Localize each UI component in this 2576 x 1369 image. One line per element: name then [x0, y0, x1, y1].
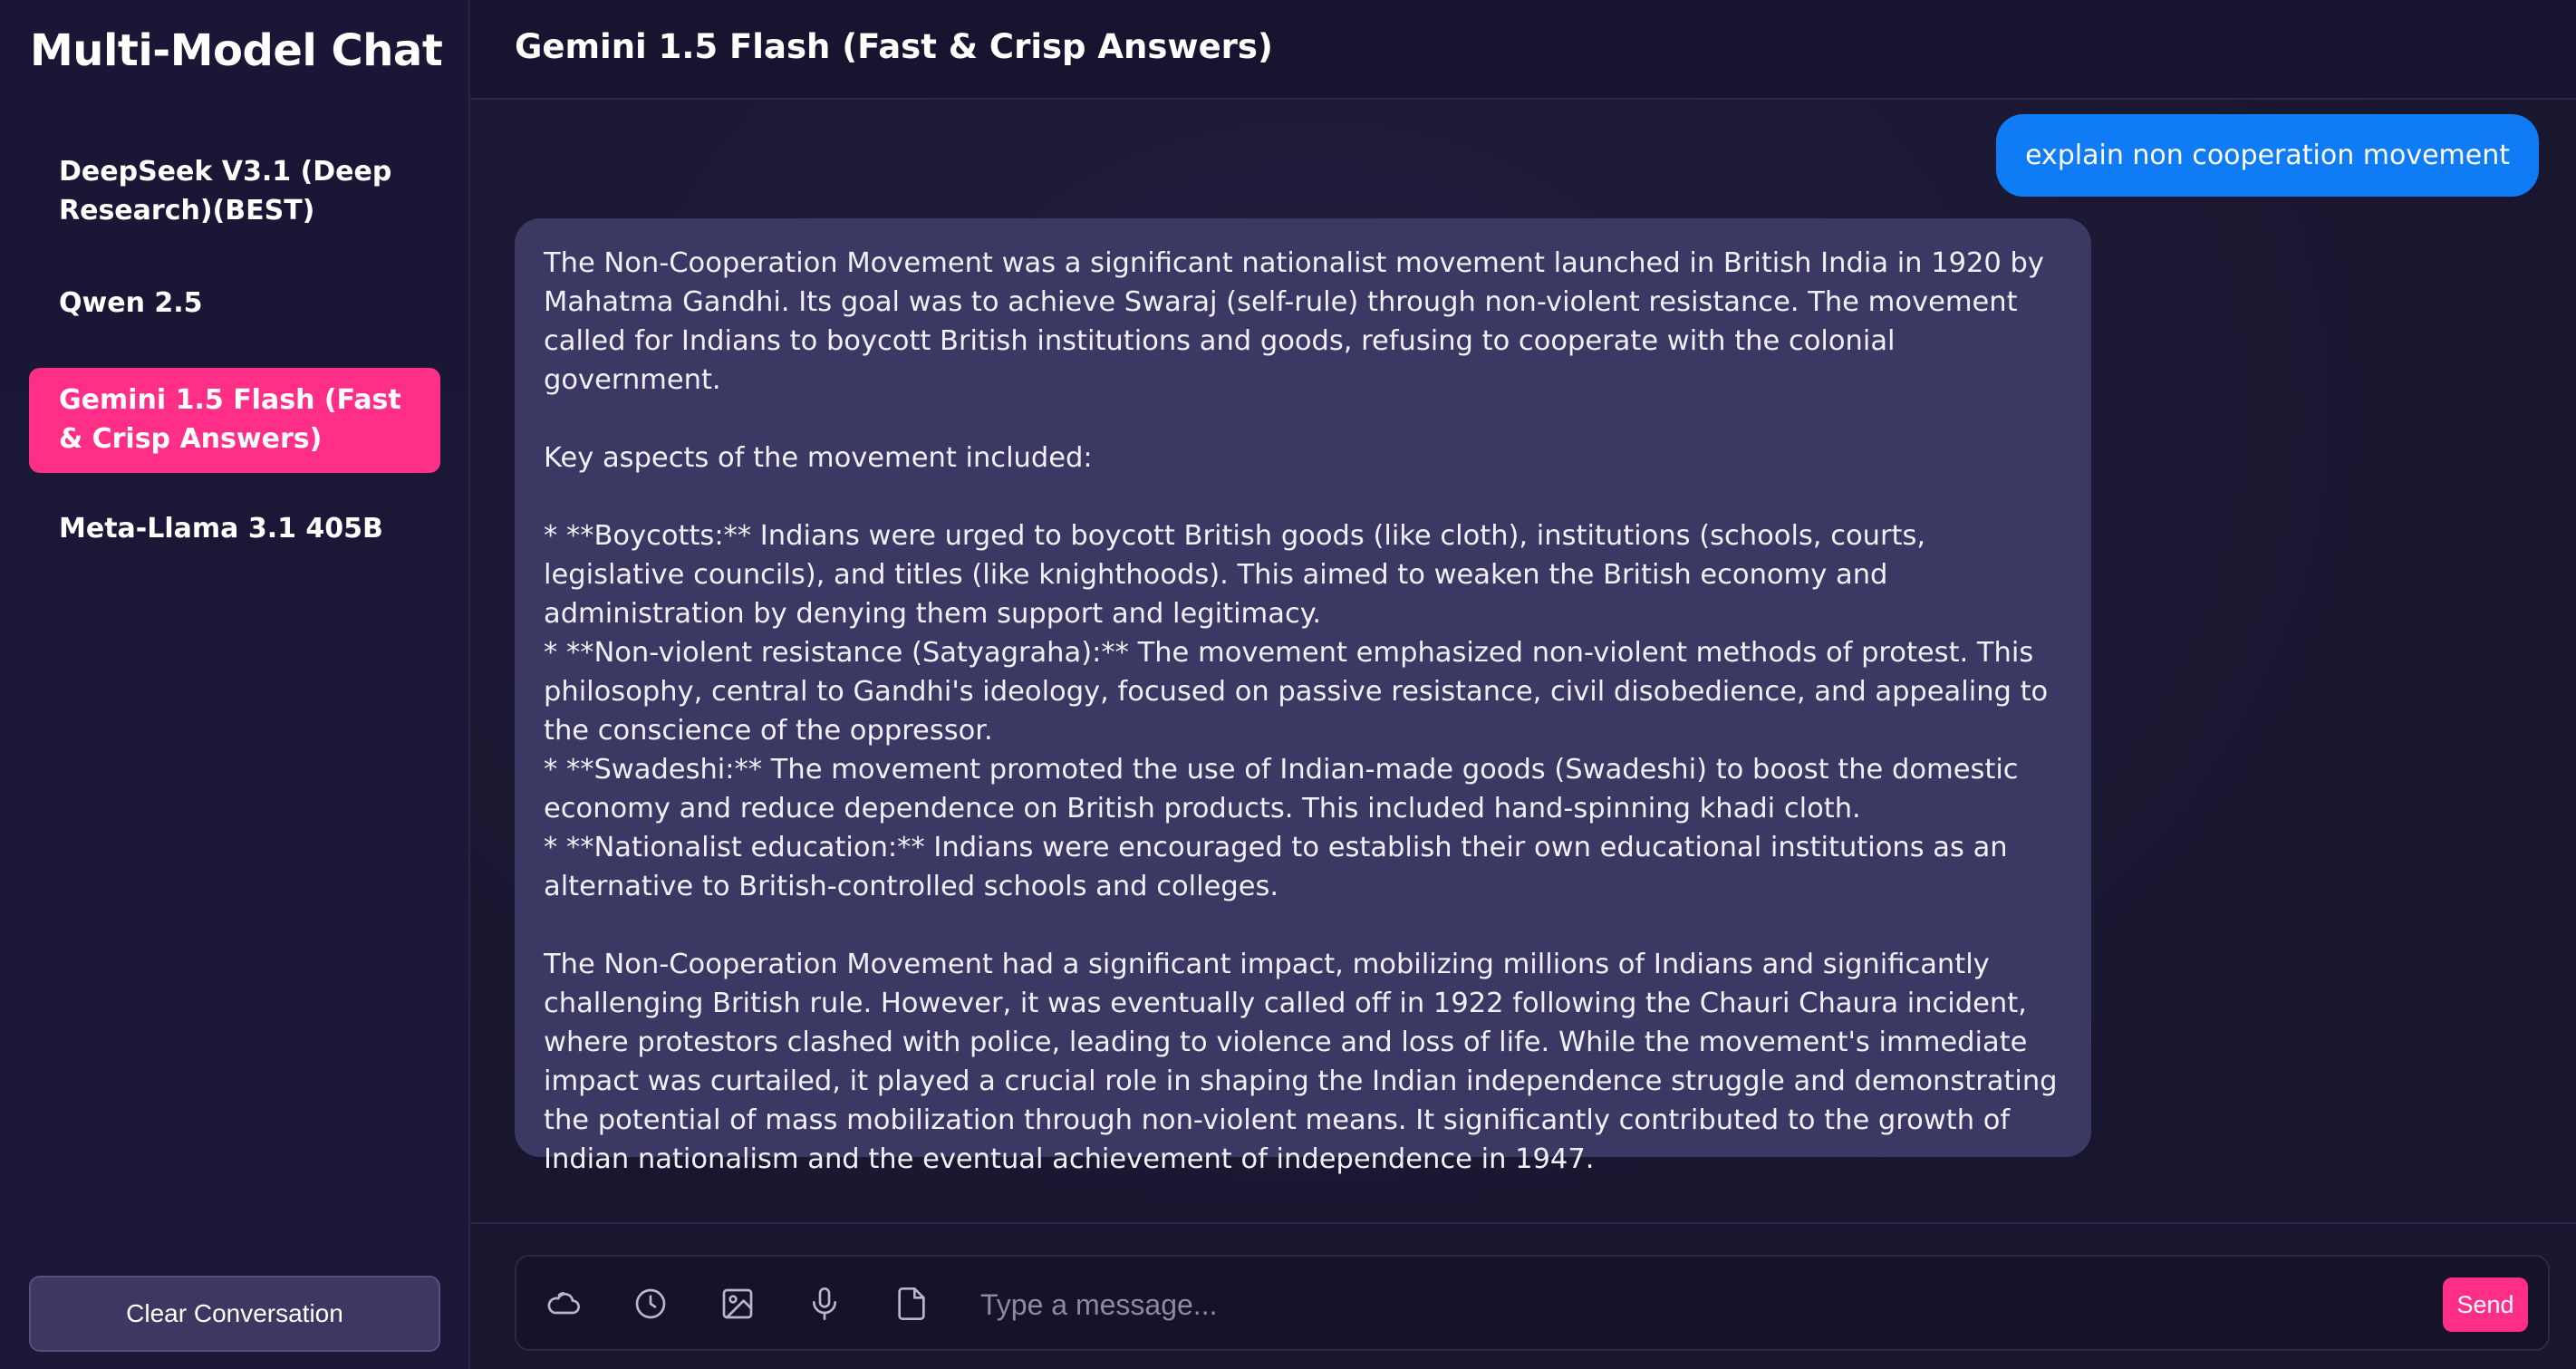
assistant-bullet: * **Boycotts:** Indians were urged to bo…: [544, 520, 1926, 630]
assistant-bullet: * **Non-violent resistance (Satyagraha):…: [544, 637, 2049, 747]
sidebar: Multi-Model Chat DeepSeek V3.1 (Deep Res…: [0, 0, 470, 1369]
app-title: Multi-Model Chat: [30, 25, 443, 76]
send-button[interactable]: Send: [2443, 1277, 2528, 1332]
chat-title: Gemini 1.5 Flash (Fast & Crisp Answers): [515, 27, 1273, 66]
microphone-icon[interactable]: [805, 1284, 844, 1324]
assistant-paragraph: The Non-Cooperation Movement was a signi…: [544, 247, 2044, 396]
model-item-llama[interactable]: Meta-Llama 3.1 405B: [29, 500, 440, 557]
clear-conversation-button[interactable]: Clear Conversation: [29, 1276, 440, 1352]
model-item-qwen[interactable]: Qwen 2.5: [29, 275, 440, 332]
model-list: DeepSeek V3.1 (Deep Research)(BEST) Qwen…: [29, 143, 440, 557]
image-icon[interactable]: [718, 1284, 757, 1324]
assistant-bullet: * **Swadeshi:** The movement promoted th…: [544, 754, 2019, 824]
model-item-gemini[interactable]: Gemini 1.5 Flash (Fast & Crisp Answers): [29, 368, 440, 473]
assistant-paragraph: Key aspects of the movement included:: [544, 442, 1093, 474]
chat-header: Gemini 1.5 Flash (Fast & Crisp Answers): [470, 0, 2576, 100]
app-window: Multi-Model Chat DeepSeek V3.1 (Deep Res…: [0, 0, 2576, 1369]
history-icon[interactable]: [631, 1284, 671, 1324]
model-item-deepseek[interactable]: DeepSeek V3.1 (Deep Research)(BEST): [29, 143, 440, 239]
weather-icon[interactable]: [544, 1284, 584, 1324]
document-icon[interactable]: [892, 1284, 931, 1324]
composer-divider: [470, 1222, 2576, 1224]
assistant-bullet: * **Nationalist education:** Indians wer…: [544, 832, 2008, 902]
chat-panel: Gemini 1.5 Flash (Fast & Crisp Answers) …: [470, 0, 2576, 1369]
user-message: explain non cooperation movement: [1996, 114, 2539, 197]
message-composer: Send: [515, 1255, 2550, 1351]
assistant-paragraph: The Non-Cooperation Movement had a signi…: [544, 949, 2058, 1175]
assistant-message: The Non-Cooperation Movement was a signi…: [515, 218, 2091, 1175]
message-input[interactable]: [980, 1273, 2394, 1336]
